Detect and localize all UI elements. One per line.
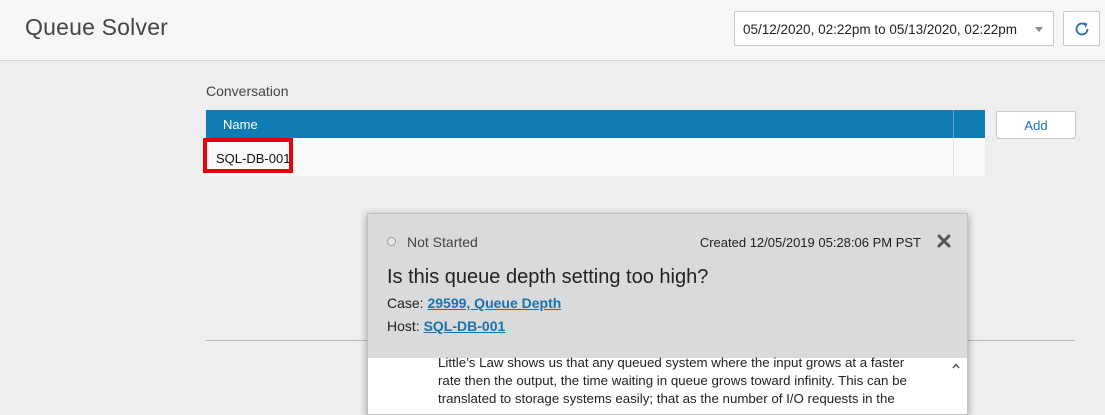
popup-question: Is this queue depth setting too high? bbox=[387, 266, 709, 288]
host-link[interactable]: SQL-DB-001 bbox=[424, 318, 506, 334]
column-divider bbox=[953, 138, 954, 176]
app-header: Queue Solver 05/12/2020, 02:22pm to 05/1… bbox=[0, 0, 1105, 61]
body-line: Little’s Law shows us that any queued sy… bbox=[438, 355, 905, 370]
case-label: Case: bbox=[387, 295, 424, 311]
refresh-button[interactable] bbox=[1063, 11, 1100, 46]
conversation-label: Conversation bbox=[206, 83, 289, 99]
close-icon[interactable] bbox=[936, 233, 952, 249]
popup-body: Little’s Law shows us that any queued sy… bbox=[438, 354, 933, 408]
created-timestamp: Created 12/05/2019 05:28:06 PM PST bbox=[699, 235, 921, 250]
body-line: translated to storage systems easily; th… bbox=[438, 391, 895, 406]
case-line: Case: 29599, Queue Depth bbox=[387, 295, 561, 311]
add-button[interactable]: Add bbox=[996, 111, 1076, 139]
case-link[interactable]: 29599, Queue Depth bbox=[427, 295, 561, 311]
conversation-table: Name SQL-DB-001 bbox=[203, 110, 985, 176]
scroll-up-icon[interactable] bbox=[951, 361, 961, 371]
date-range-value: 05/12/2020, 02:22pm to 05/13/2020, 02:22… bbox=[743, 22, 1017, 37]
insight-popup: Not Started Created 12/05/2019 05:28:06 … bbox=[367, 213, 968, 415]
host-label: Host: bbox=[387, 318, 420, 334]
column-divider bbox=[953, 110, 954, 138]
refresh-icon bbox=[1075, 22, 1089, 36]
column-header-name[interactable]: Name bbox=[223, 117, 258, 132]
highlight-box bbox=[203, 138, 293, 173]
page-title: Queue Solver bbox=[25, 14, 169, 40]
table-header: Name bbox=[206, 110, 985, 138]
body-line: rate then the output, the time waiting i… bbox=[438, 373, 907, 388]
chevron-down-icon bbox=[1035, 27, 1043, 32]
status-radio-icon[interactable] bbox=[387, 237, 396, 246]
status-label: Not Started bbox=[407, 234, 478, 250]
host-line: Host: SQL-DB-001 bbox=[387, 318, 505, 334]
date-range-select[interactable]: 05/12/2020, 02:22pm to 05/13/2020, 02:22… bbox=[734, 11, 1054, 46]
table-row[interactable]: SQL-DB-001 bbox=[203, 138, 985, 176]
popup-header: Not Started Created 12/05/2019 05:28:06 … bbox=[368, 214, 967, 358]
